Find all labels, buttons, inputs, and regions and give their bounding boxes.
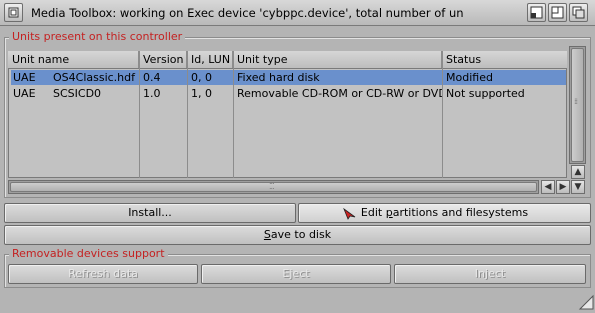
edit-button-shortcut: p	[385, 206, 393, 219]
units-group-label: Units present on this controller	[9, 30, 186, 44]
grip-icon: ⁞⁞	[574, 97, 578, 106]
depth-icon[interactable]	[569, 3, 588, 22]
close-icon[interactable]	[4, 3, 23, 22]
eject-button[interactable]: Eject	[201, 264, 391, 284]
col-header-id-lun[interactable]: Id, LUN	[187, 51, 233, 68]
horizontal-scroll-knob[interactable]: ⁚⁚⁚	[10, 182, 537, 192]
inject-button[interactable]: Inject	[394, 264, 586, 284]
edit-button-label-part2: artitions and filesystems	[392, 206, 529, 219]
save-to-disk-button[interactable]: Save to disk	[4, 225, 591, 245]
scroll-left-icon[interactable]: ◀	[541, 180, 555, 194]
refresh-button-label: Refresh data	[68, 267, 138, 280]
column-divider	[233, 51, 234, 178]
iconify-icon[interactable]	[527, 3, 546, 22]
edit-partitions-button[interactable]: Edit partitions and filesystems	[298, 203, 591, 223]
cell-id-lun: 0, 0	[191, 71, 212, 84]
resize-handle-icon[interactable]	[578, 294, 594, 313]
cell-status: Not supported	[446, 87, 525, 100]
scroll-up-icon[interactable]: ▲	[571, 165, 585, 179]
inject-button-label: Inject	[474, 267, 506, 280]
cell-unit-type: Fixed hard disk	[237, 71, 320, 84]
cell-unit-name: SCSICD0	[53, 87, 102, 100]
vertical-scrollbar[interactable]: ⁞⁞	[569, 46, 586, 164]
column-divider	[139, 51, 140, 178]
table-row[interactable]: UAE SCSICD0 1.0 1, 0 Removable CD-ROM or…	[11, 86, 566, 101]
scroll-down-icon[interactable]: ▼	[571, 180, 585, 194]
units-list[interactable]: UAE OS4Classic.hdf 0.4 0, 0 Fixed hard d…	[8, 68, 567, 178]
col-header-status[interactable]: Status	[442, 51, 567, 68]
cell-device: UAE	[13, 87, 36, 100]
column-divider	[187, 51, 188, 178]
window-title: Media Toolbox: working on Exec device 'c…	[31, 6, 463, 20]
install-button-label: Install...	[128, 206, 172, 219]
grip-icon: ⁚⁚⁚	[269, 182, 275, 191]
cell-device: UAE	[13, 71, 36, 84]
title-bar[interactable]: Media Toolbox: working on Exec device 'c…	[0, 0, 595, 26]
cell-unit-name: OS4Classic.hdf	[53, 71, 136, 84]
list-header: Unit name Version Id, LUN Unit type Stat…	[8, 51, 567, 68]
horizontal-scrollbar[interactable]: ⁚⁚⁚	[8, 180, 539, 194]
cell-id-lun: 1, 0	[191, 87, 212, 100]
cell-version: 1.0	[143, 87, 161, 100]
col-header-unit-type[interactable]: Unit type	[233, 51, 442, 68]
edit-button-label-part1: Edit	[360, 206, 386, 219]
eject-button-label: Eject	[282, 267, 310, 280]
install-button[interactable]: Install...	[4, 203, 296, 223]
cell-unit-type: Removable CD-ROM or CD-RW or DVD	[237, 87, 442, 100]
column-divider	[442, 51, 443, 178]
mouse-pointer-icon	[343, 207, 357, 223]
col-header-version[interactable]: Version	[139, 51, 187, 68]
scroll-right-icon[interactable]: ▶	[556, 180, 570, 194]
removable-group-label: Removable devices support	[9, 247, 168, 261]
cell-version: 0.4	[143, 71, 161, 84]
vertical-scroll-knob[interactable]: ⁞⁞	[571, 48, 584, 162]
refresh-data-button[interactable]: Refresh data	[8, 264, 198, 284]
save-button-shortcut: S	[263, 228, 271, 241]
table-row[interactable]: UAE OS4Classic.hdf 0.4 0, 0 Fixed hard d…	[11, 70, 566, 85]
cell-status: Modified	[446, 71, 493, 84]
save-button-label: ave to disk	[270, 228, 332, 241]
col-header-unit-name[interactable]: Unit name	[8, 51, 139, 68]
zoom-icon[interactable]	[548, 3, 567, 22]
